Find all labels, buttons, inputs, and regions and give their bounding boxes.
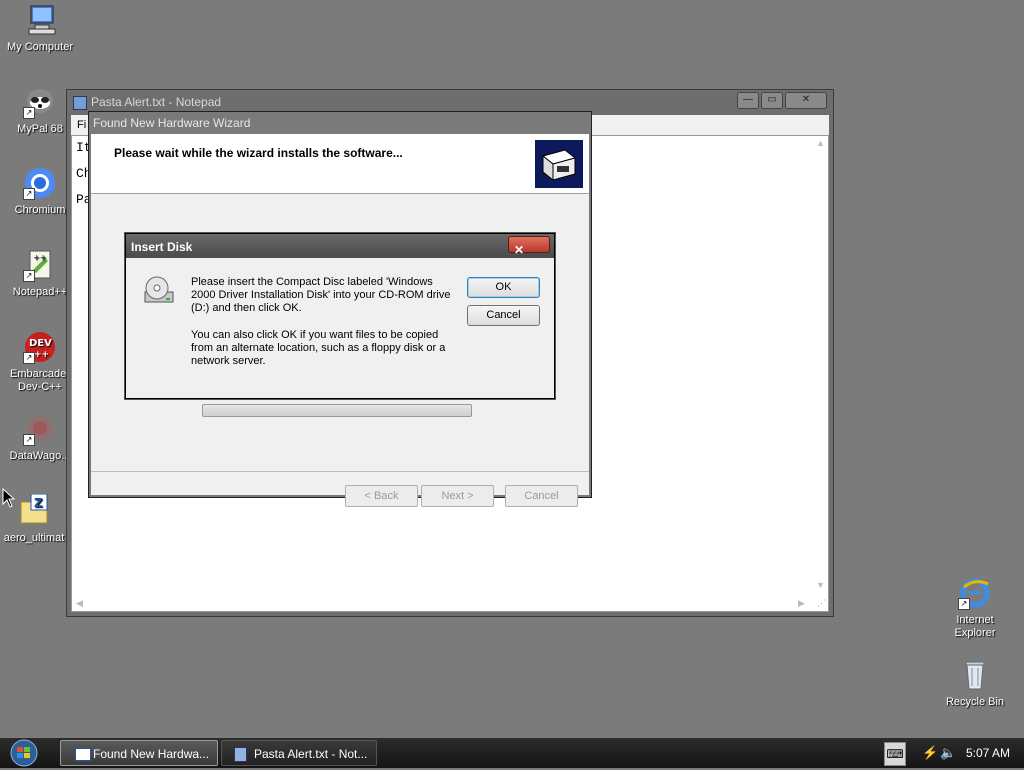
taskbar-item-label: Pasta Alert.txt - Not... — [254, 747, 368, 761]
windows-logo-icon — [10, 739, 38, 767]
wizard-progress-bar — [202, 404, 472, 417]
desktop-icon-recycle-bin[interactable]: Recycle Bin — [935, 658, 1015, 709]
resize-grip-icon[interactable]: ⋰ — [817, 598, 826, 609]
scroll-up-icon[interactable]: ▲ — [816, 138, 825, 148]
recycle-bin-icon — [958, 658, 992, 692]
desktop-icon-label: My Computer — [6, 41, 74, 53]
wizard-cancel-button[interactable]: Cancel — [505, 485, 578, 507]
svg-text:++: ++ — [34, 350, 49, 360]
insert-disk-titlebar[interactable]: Insert Disk ✕ — [126, 234, 554, 258]
desktop-icon-internet-explorer[interactable]: ↗ Internet Explorer — [935, 576, 1015, 640]
scroll-down-icon[interactable]: ▼ — [816, 580, 825, 590]
ok-button[interactable]: OK — [467, 277, 540, 298]
scroll-left-icon[interactable]: ◀ — [76, 598, 83, 609]
wizard-title: Found New Hardware Wizard — [93, 116, 251, 130]
volume-icon[interactable]: 🔈 — [940, 745, 956, 761]
minimize-button[interactable]: — — [737, 92, 759, 109]
vertical-scrollbar[interactable]: ▲ ▼ — [812, 136, 828, 596]
close-icon: ✕ — [514, 243, 525, 257]
notepadpp-icon: ++ ↗ — [23, 248, 57, 282]
scroll-right-icon[interactable]: ▶ — [798, 598, 805, 609]
network-icon[interactable]: ⚡ — [922, 745, 938, 761]
datawagon-icon: ↗ — [23, 412, 57, 446]
start-button[interactable] — [6, 739, 42, 767]
insert-disk-alternate-message: You can also click OK if you want files … — [191, 329, 446, 367]
keyboard-icon[interactable]: ⌨ — [884, 742, 906, 766]
back-button[interactable]: < Back — [345, 485, 418, 507]
next-button[interactable]: Next > — [421, 485, 494, 507]
taskbar-item-notepad[interactable]: Pasta Alert.txt - Not... — [221, 740, 377, 766]
ie-icon: ↗ — [958, 576, 992, 610]
close-button[interactable]: ✕ — [508, 236, 550, 257]
clock[interactable]: 5:07 AM — [966, 746, 1010, 760]
mypal-icon: ↗ — [23, 85, 57, 119]
notepad-task-icon — [234, 747, 247, 762]
svg-text:++: ++ — [33, 253, 46, 262]
maximize-button[interactable]: ▭ — [761, 92, 783, 109]
desktop-icon-label: aero_ultimat — [3, 532, 65, 544]
cd-drive-icon — [142, 274, 176, 311]
zip-folder-icon: Z — [17, 493, 51, 528]
taskbar-item-label: Found New Hardwa... — [93, 747, 210, 761]
taskbar-item-wizard[interactable]: Found New Hardwa... — [60, 740, 218, 766]
notepad-app-icon — [73, 96, 87, 110]
desktop-icon-label: Internet Explorer — [954, 614, 996, 639]
cancel-button[interactable]: Cancel — [467, 305, 540, 326]
computer-icon — [23, 3, 57, 37]
chromium-icon: ↗ — [23, 166, 57, 200]
horizontal-scrollbar[interactable]: ◀ ▶ — [72, 595, 812, 611]
desktop-icon-label: Recycle Bin — [945, 696, 1005, 708]
wizard-task-icon — [75, 748, 91, 761]
wizard-header-text: Please wait while the wizard installs th… — [114, 146, 403, 160]
insert-disk-message: Please insert the Compact Disc labeled '… — [191, 276, 451, 314]
wizard-footer-divider — [91, 471, 589, 472]
devcpp-icon: DEV ++ ↗ — [23, 330, 57, 364]
desktop-icon-my-computer[interactable]: My Computer — [0, 3, 80, 54]
insert-disk-title: Insert Disk — [131, 240, 193, 254]
svg-text:Z: Z — [34, 496, 43, 510]
svg-text:DEV: DEV — [29, 338, 52, 349]
hardware-wizard-icon — [535, 140, 583, 188]
close-button[interactable]: ✕ — [785, 92, 827, 109]
taskbar: Found New Hardwa... Pasta Alert.txt - No… — [0, 738, 1024, 768]
menu-file[interactable]: Fi — [77, 119, 86, 131]
insert-disk-dialog[interactable]: Insert Disk ✕ Please insert the Compact … — [125, 233, 555, 399]
wizard-header: Please wait while the wizard installs th… — [91, 134, 589, 194]
notepad-title: Pasta Alert.txt - Notepad — [91, 95, 222, 109]
mouse-cursor-icon — [2, 487, 16, 511]
